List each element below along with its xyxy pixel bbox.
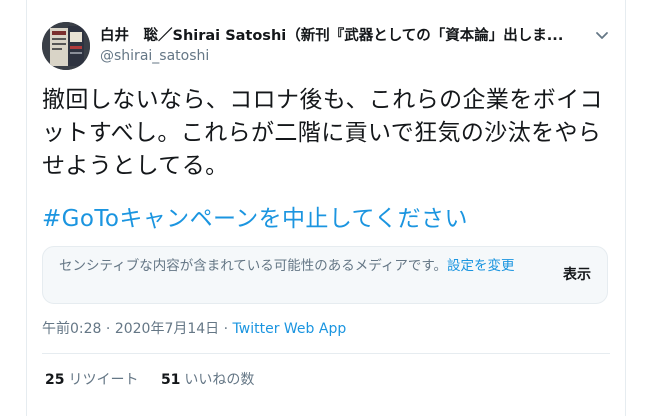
tweet-metadata: 午前0:28 · 2020年7月14日 · Twitter Web App <box>42 320 346 338</box>
retweets-stat[interactable]: 25 リツイート <box>45 371 138 389</box>
divider <box>42 353 610 354</box>
sensitive-notice-text-block: センシティブな内容が含まれている可能性のあるメディアです。設定を変更 <box>59 257 537 276</box>
tweet-text: 撤回しないなら、コロナ後も、これらの企業をボイコットすべし。これらが二階に貢いで… <box>42 87 603 179</box>
tweet-date[interactable]: 2020年7月14日 <box>115 321 219 337</box>
likes-label: いいねの数 <box>184 372 255 388</box>
meta-separator: · <box>101 321 115 337</box>
sensitive-notice-text: センシティブな内容が含まれている可能性のあるメディアです。 <box>59 258 447 274</box>
show-media-button[interactable]: 表示 <box>563 266 591 284</box>
likes-count: 51 <box>160 372 181 388</box>
author-handle[interactable]: @shirai_satoshi <box>100 47 209 65</box>
meta-separator: · <box>219 321 233 337</box>
retweets-count: 25 <box>45 372 65 388</box>
tweet-card: 白井 聡／Shirai Satoshi（新刊『武器としての「資本論」出しま...… <box>26 0 626 416</box>
change-settings-link[interactable]: 設定を変更 <box>447 258 515 274</box>
sensitive-media-notice: センシティブな内容が含まれている可能性のあるメディアです。設定を変更 表示 <box>42 246 608 304</box>
avatar[interactable] <box>42 22 90 70</box>
tweet-stats: 25 リツイート 51 いいねの数 <box>45 371 272 389</box>
chevron-down-icon[interactable] <box>593 26 611 44</box>
book-cover-avatar-icon <box>42 22 90 70</box>
tweet-time[interactable]: 午前0:28 <box>42 321 101 337</box>
source-link[interactable]: Twitter Web App <box>233 321 347 337</box>
hashtag-link[interactable]: #GoToキャンペーンを中止してください <box>42 203 468 236</box>
page: 白井 聡／Shirai Satoshi（新刊『武器としての「資本論」出しま...… <box>0 0 649 416</box>
retweets-label: リツイート <box>68 372 139 388</box>
author-display-name[interactable]: 白井 聡／Shirai Satoshi（新刊『武器としての「資本論」出しま... <box>100 27 580 45</box>
likes-stat[interactable]: 51 いいねの数 <box>161 371 254 389</box>
